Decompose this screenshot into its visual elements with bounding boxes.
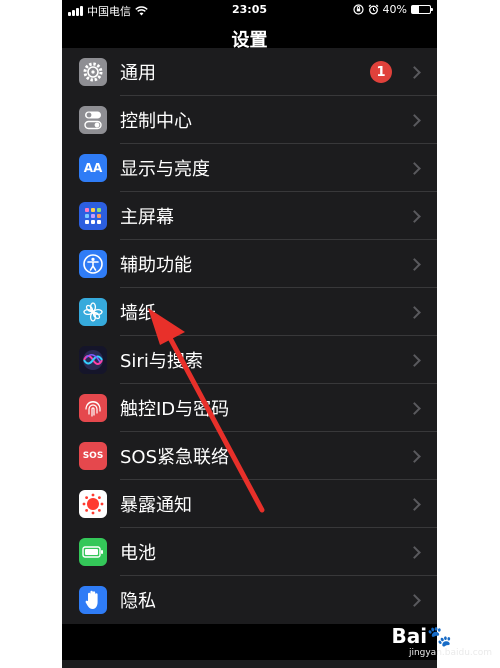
phone-screen: 中国电信 23:05 40% 设置 通用 1 控制中心 AA 显示与亮度 主屏幕… <box>62 0 437 668</box>
settings-row-label: 控制中心 <box>120 111 192 132</box>
settings-row-label: 辅助功能 <box>120 255 192 276</box>
hand-icon <box>79 586 107 614</box>
settings-row-label: 通用 <box>120 63 156 84</box>
toggles-icon <box>79 106 107 134</box>
gear-icon <box>79 58 107 86</box>
settings-row-home-screen[interactable]: 主屏幕 <box>62 192 437 240</box>
settings-row-label: 墙纸 <box>120 303 156 324</box>
settings-list: 通用 1 控制中心 AA 显示与亮度 主屏幕 辅助功能 墙纸 Siri与搜索 触… <box>62 48 437 624</box>
watermark-logo-text: Bai <box>391 624 428 648</box>
chevron-right-icon <box>408 449 421 463</box>
chevron-right-icon <box>408 545 421 559</box>
notification-badge: 1 <box>370 61 392 83</box>
paw-icon: 🐾 <box>427 624 452 648</box>
chevron-right-icon <box>408 65 421 79</box>
settings-row-display-brightness[interactable]: AA 显示与亮度 <box>62 144 437 192</box>
battery-status-icon <box>411 5 433 14</box>
settings-row-accessibility[interactable]: 辅助功能 <box>62 240 437 288</box>
settings-row-exposure-notifications[interactable]: 暴露通知 <box>62 480 437 528</box>
settings-row-siri-search[interactable]: Siri与搜索 <box>62 336 437 384</box>
watermark-logo: Bai🐾经验 <box>391 620 492 649</box>
chevron-right-icon <box>408 161 421 175</box>
text-size-glyph: AA <box>83 161 103 175</box>
settings-row-label: 电池 <box>120 543 156 564</box>
accessibility-icon <box>79 250 107 278</box>
watermark: Bai🐾经验 jingyan.baidu.com <box>380 616 498 668</box>
chevron-right-icon <box>408 353 421 367</box>
battery-level-fill <box>412 6 420 13</box>
siri-icon <box>79 346 107 374</box>
chevron-right-icon <box>408 257 421 271</box>
settings-row-label: 显示与亮度 <box>120 159 210 180</box>
home-screen-grid-icon <box>79 202 107 230</box>
settings-row-label: 暴露通知 <box>120 495 192 516</box>
settings-row-label: 主屏幕 <box>120 207 174 228</box>
settings-row-label: SOS紧急联络 <box>120 447 230 468</box>
chevron-right-icon <box>408 401 421 415</box>
settings-row-wallpaper[interactable]: 墙纸 <box>62 288 437 336</box>
sos-icon: SOS <box>79 442 107 470</box>
sos-glyph: SOS <box>82 451 104 461</box>
battery-icon <box>79 538 107 566</box>
settings-row-label: 触控ID与密码 <box>120 399 230 420</box>
settings-row-label: Siri与搜索 <box>120 351 203 372</box>
watermark-url: jingyan.baidu.com <box>408 648 492 658</box>
chevron-right-icon <box>408 305 421 319</box>
flower-icon <box>79 298 107 326</box>
chevron-right-icon <box>408 113 421 127</box>
battery-percentage: 40% <box>382 3 407 16</box>
settings-row-touch-id-passcode[interactable]: 触控ID与密码 <box>62 384 437 432</box>
text-size-icon: AA <box>79 154 107 182</box>
settings-row-control-center[interactable]: 控制中心 <box>62 96 437 144</box>
settings-row-general[interactable]: 通用 1 <box>62 48 437 96</box>
orientation-lock-icon <box>352 4 364 15</box>
status-bar: 中国电信 23:05 40% <box>62 0 437 20</box>
watermark-logo-suffix: 经验 <box>452 624 492 648</box>
settings-row-label: 隐私 <box>120 591 156 612</box>
status-right: 40% <box>352 3 433 16</box>
chevron-right-icon <box>408 209 421 223</box>
chevron-right-icon <box>408 593 421 607</box>
chevron-right-icon <box>408 497 421 511</box>
alarm-icon <box>368 4 379 15</box>
settings-row-emergency-sos[interactable]: SOS SOS紧急联络 <box>62 432 437 480</box>
settings-row-battery[interactable]: 电池 <box>62 528 437 576</box>
fingerprint-icon <box>79 394 107 422</box>
exposure-notification-icon <box>79 490 107 518</box>
